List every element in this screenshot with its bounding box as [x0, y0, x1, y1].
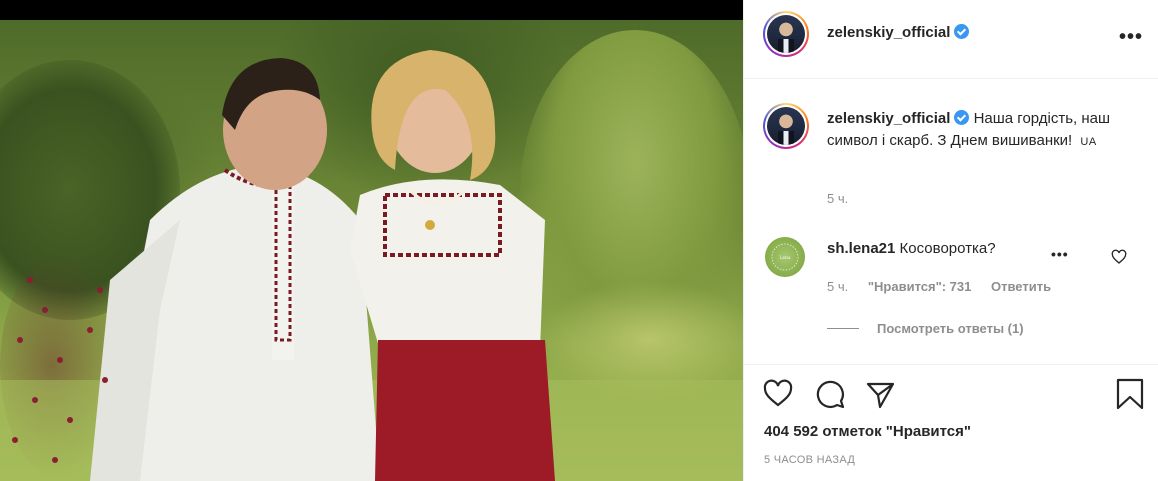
- comment-meta: 5 ч. "Нравится": 731 Ответить: [827, 279, 1067, 294]
- post-header: zelenskiy_official •••: [744, 0, 1158, 79]
- view-replies-label: Посмотреть ответы (1): [877, 321, 1024, 336]
- verified-badge-icon: [954, 24, 970, 39]
- caption-time[interactable]: 5 ч.: [827, 191, 848, 206]
- caption-username[interactable]: zelenskiy_official: [827, 110, 950, 127]
- svg-text:Lena: Lena: [779, 255, 791, 261]
- comment-time[interactable]: 5 ч.: [827, 279, 848, 294]
- ua-flag-emoji: UA: [1080, 136, 1097, 148]
- post-caption: zelenskiy_official Наша гордість, наш си…: [827, 108, 1127, 153]
- comment-more-icon[interactable]: •••: [1051, 246, 1069, 262]
- heart-icon[interactable]: [762, 378, 794, 410]
- share-icon[interactable]: [864, 378, 896, 410]
- likes-count[interactable]: 404 592 отметок "Нравится": [764, 423, 971, 440]
- commenter-avatar[interactable]: Lena: [765, 237, 805, 277]
- replies-divider: [827, 328, 859, 329]
- post-image: [0, 20, 743, 481]
- comment-like-heart-icon[interactable]: [1111, 249, 1127, 265]
- verified-badge-icon: [954, 110, 970, 125]
- comment: sh.lena21 Косоворотка?: [827, 240, 996, 257]
- posted-time[interactable]: 5 ЧАСОВ НАЗАД: [764, 454, 855, 466]
- more-options-icon[interactable]: •••: [1119, 26, 1143, 49]
- comment-likes[interactable]: "Нравится": 731: [868, 279, 972, 294]
- comment-icon[interactable]: [814, 378, 846, 410]
- view-replies-button[interactable]: Посмотреть ответы (1): [827, 321, 1024, 336]
- reply-button[interactable]: Ответить: [991, 279, 1051, 294]
- post-details-panel: zelenskiy_official ••• zelenskiy_officia…: [743, 0, 1158, 481]
- comment-username[interactable]: sh.lena21: [827, 240, 895, 257]
- caption-author-avatar[interactable]: [763, 103, 809, 149]
- actions-divider: [744, 364, 1158, 365]
- author-avatar[interactable]: [763, 11, 809, 57]
- comment-text: Косоворотка?: [899, 240, 996, 257]
- author-username[interactable]: zelenskiy_official: [827, 24, 950, 41]
- post-photo[interactable]: [0, 0, 743, 481]
- bookmark-icon[interactable]: [1114, 378, 1146, 410]
